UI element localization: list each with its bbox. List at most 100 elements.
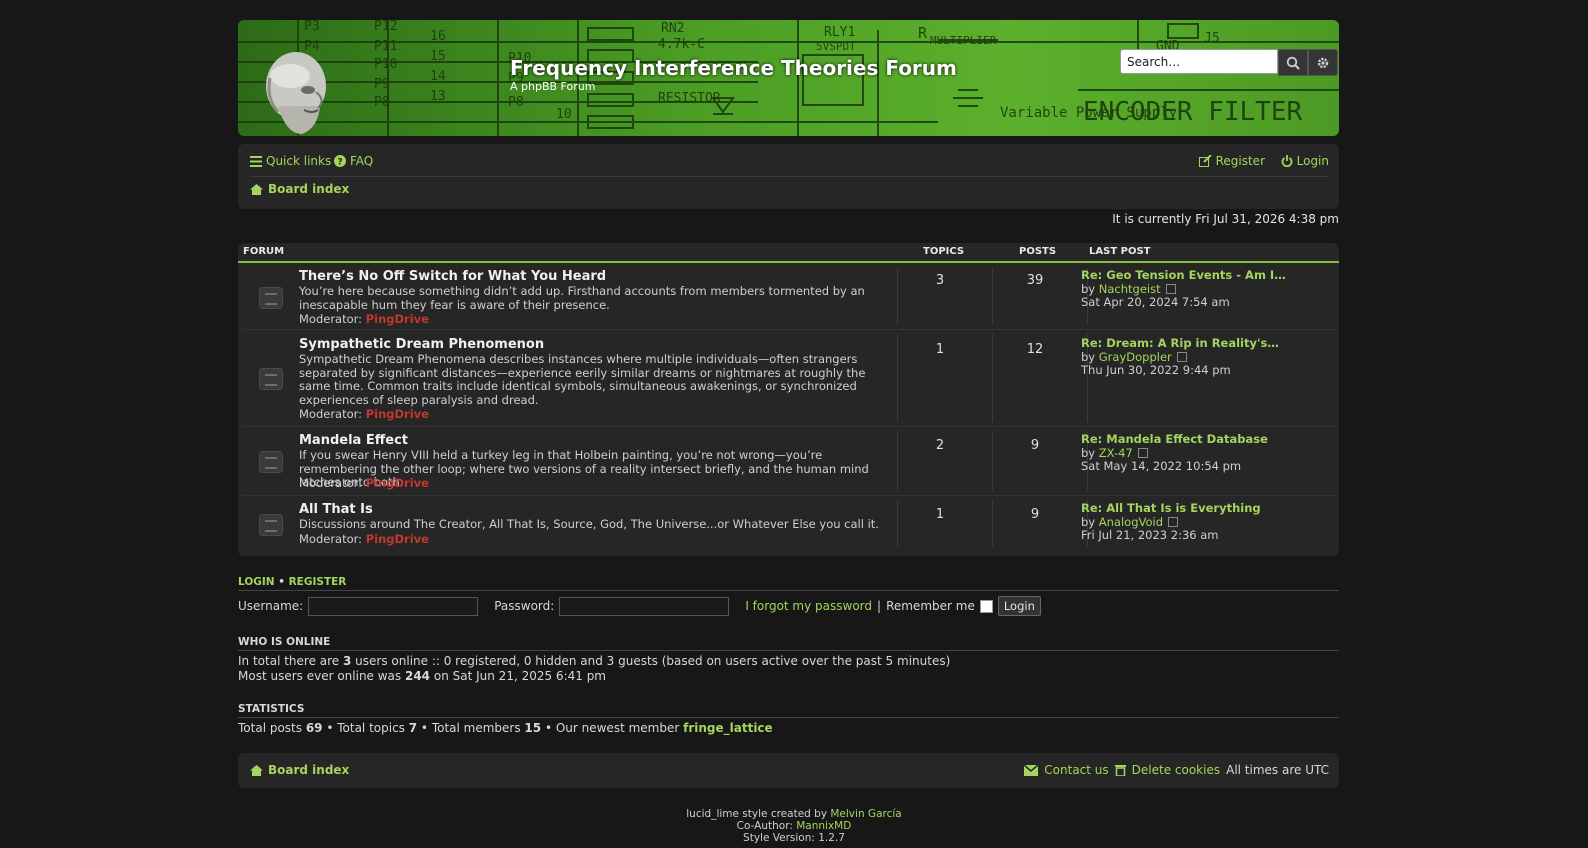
forgot-password-link[interactable]: I forgot my password [745,599,872,613]
view-latest-post-icon[interactable] [1168,517,1179,527]
search-box [1120,49,1338,76]
login-title-link[interactable]: LOGIN [238,576,275,588]
forum-read-icon [259,368,283,390]
view-latest-post-icon[interactable] [1165,284,1176,294]
last-post-author[interactable]: AnalogVoid [1099,515,1163,529]
by-label: by [1081,281,1096,296]
by-label: by [1081,514,1096,529]
forum-title[interactable]: Mandela Effect [299,433,408,448]
last-post-date: Fri Jul 21, 2023 2:36 am [1081,528,1219,542]
posts-count: 39 [1026,273,1044,288]
search-button[interactable] [1278,49,1308,76]
last-post-author[interactable]: Nachtgeist [1099,282,1161,296]
moderator-link[interactable]: PingDrive [366,476,429,490]
forum-row: There’s No Off Switch for What You Heard… [242,264,1335,330]
style-version: Style Version: 1.2.7 [743,832,845,844]
column-divider [992,431,993,491]
statistics-text: Total posts 69 • Total topics 7 • Total … [238,721,1339,736]
footer-links: Contact us Delete cookies All times are … [1024,763,1329,777]
moderator-link[interactable]: PingDrive [366,312,429,326]
stats-text: • Total topics [322,721,409,735]
login-section-title: LOGIN • REGISTER [238,576,1339,591]
delete-cookies-link[interactable]: Delete cookies [1132,763,1220,777]
total-posts: 69 [305,721,323,735]
board-index-link[interactable]: Board index [268,182,349,196]
footer-board-index-link[interactable]: Board index [268,763,349,777]
forum-moderator: Moderator: PingDrive [299,312,429,326]
search-input[interactable] [1120,49,1278,74]
forum-description: Sympathetic Dream Phenomena describes in… [299,352,866,407]
view-latest-post-icon[interactable] [1176,352,1187,362]
view-latest-post-icon[interactable] [1137,448,1148,458]
register-link[interactable]: Register [1198,154,1265,168]
forum-moderator: Moderator: PingDrive [299,407,429,421]
last-post: Re: Dream: A Rip in Reality's… by GrayDo… [1081,336,1279,378]
login-button[interactable]: Login [997,596,1041,616]
column-divider [992,268,993,325]
site-title[interactable]: Frequency Interference Theories Forum [510,56,957,80]
current-time: It is currently Fri Jul 31, 2026 4:38 pm [1112,212,1339,226]
login-link[interactable]: Login [1281,154,1329,168]
moderator-link[interactable]: PingDrive [366,407,429,421]
last-post: Re: Geo Tension Events - Am I… by Nachtg… [1081,268,1286,310]
forum-row: Mandela Effect If you swear Henry VIII h… [242,427,1335,496]
last-post: Re: Mandela Effect Database by ZX-47 Sat… [1081,432,1268,474]
total-members: 15 [524,721,542,735]
quick-links-label: Quick links [266,154,332,168]
svg-text:P11: P11 [374,39,397,54]
who-is-online-text: In total there are 3 users online :: 0 r… [238,654,1339,684]
stats-text: • Our newest member [541,721,684,735]
stats-text: Total posts [238,721,306,735]
svg-text:P12: P12 [374,20,397,34]
faq-link[interactable]: ? FAQ [334,154,373,168]
moderator-link[interactable]: PingDrive [366,532,429,546]
style-author-link[interactable]: Melvin García [830,808,901,820]
username-field[interactable] [308,596,479,616]
last-post-title[interactable]: Re: All That Is is Everything [1081,501,1261,516]
coauthor-link[interactable]: MannixMD [796,820,851,832]
footer-navbar: Board index Contact us Delete cookies Al… [238,753,1339,788]
header-last-post: LAST POST [1089,246,1151,257]
login-form: Username: Password: I forgot my password… [238,596,1041,616]
quick-links-button[interactable]: Quick links [250,154,331,168]
power-icon [1281,155,1292,167]
forum-title[interactable]: All That Is [299,502,373,517]
pipe-separator: | [877,599,882,613]
footer-breadcrumb[interactable]: Board index [250,763,349,777]
forum-row: All That Is Discussions around The Creat… [242,496,1335,551]
newest-member-link[interactable]: fringe_lattice [683,721,773,735]
forum-list-header: FORUM TOPICS POSTS LAST POST [238,243,1339,263]
svg-text:4.7k-C: 4.7k-C [658,37,705,52]
site-header: P3 P12 RN2 RLY1 R MULTIPLIER GND J5 P4 P11 16 4.… [238,20,1339,136]
trash-icon [1114,765,1126,776]
password-field[interactable] [559,596,730,616]
credits-text: Co-Author: [736,820,797,832]
forum-list: FORUM TOPICS POSTS LAST POST There’s No … [238,243,1339,556]
column-divider [992,334,993,422]
contact-us-link[interactable]: Contact us [1044,763,1108,777]
last-post-date: Sat Apr 20, 2024 7:54 am [1081,295,1230,309]
svg-text:15: 15 [430,49,446,64]
svg-text:16: 16 [430,29,446,44]
password-label: Password: [494,599,555,613]
register-title-link[interactable]: REGISTER [289,576,347,588]
navbar-top-row: Quick links ? FAQ Register Login [250,152,1329,177]
last-post-title[interactable]: Re: Dream: A Rip in Reality's… [1081,336,1279,351]
forum-title[interactable]: There’s No Off Switch for What You Heard [299,269,606,284]
advanced-search-button[interactable] [1308,49,1338,76]
last-post-author[interactable]: GrayDoppler [1099,350,1172,364]
last-post-title[interactable]: Re: Geo Tension Events - Am I… [1081,268,1286,283]
forum-title[interactable]: Sympathetic Dream Phenomenon [299,337,544,352]
svg-text:P10: P10 [374,57,397,72]
last-post-author[interactable]: ZX-47 [1099,446,1133,460]
who-is-online-title: WHO IS ONLINE [238,636,1339,651]
last-post-title[interactable]: Re: Mandela Effect Database [1081,432,1268,447]
home-icon [250,764,263,776]
total-topics: 7 [408,721,418,735]
breadcrumb[interactable]: Board index [250,182,349,196]
record-text: on Sat Jun 21, 2025 6:41 pm [430,669,606,683]
remember-me-label: Remember me [886,599,975,613]
column-divider [897,334,898,422]
remember-me-checkbox[interactable] [979,599,993,613]
last-post-date: Thu Jun 30, 2022 9:44 pm [1081,363,1231,377]
